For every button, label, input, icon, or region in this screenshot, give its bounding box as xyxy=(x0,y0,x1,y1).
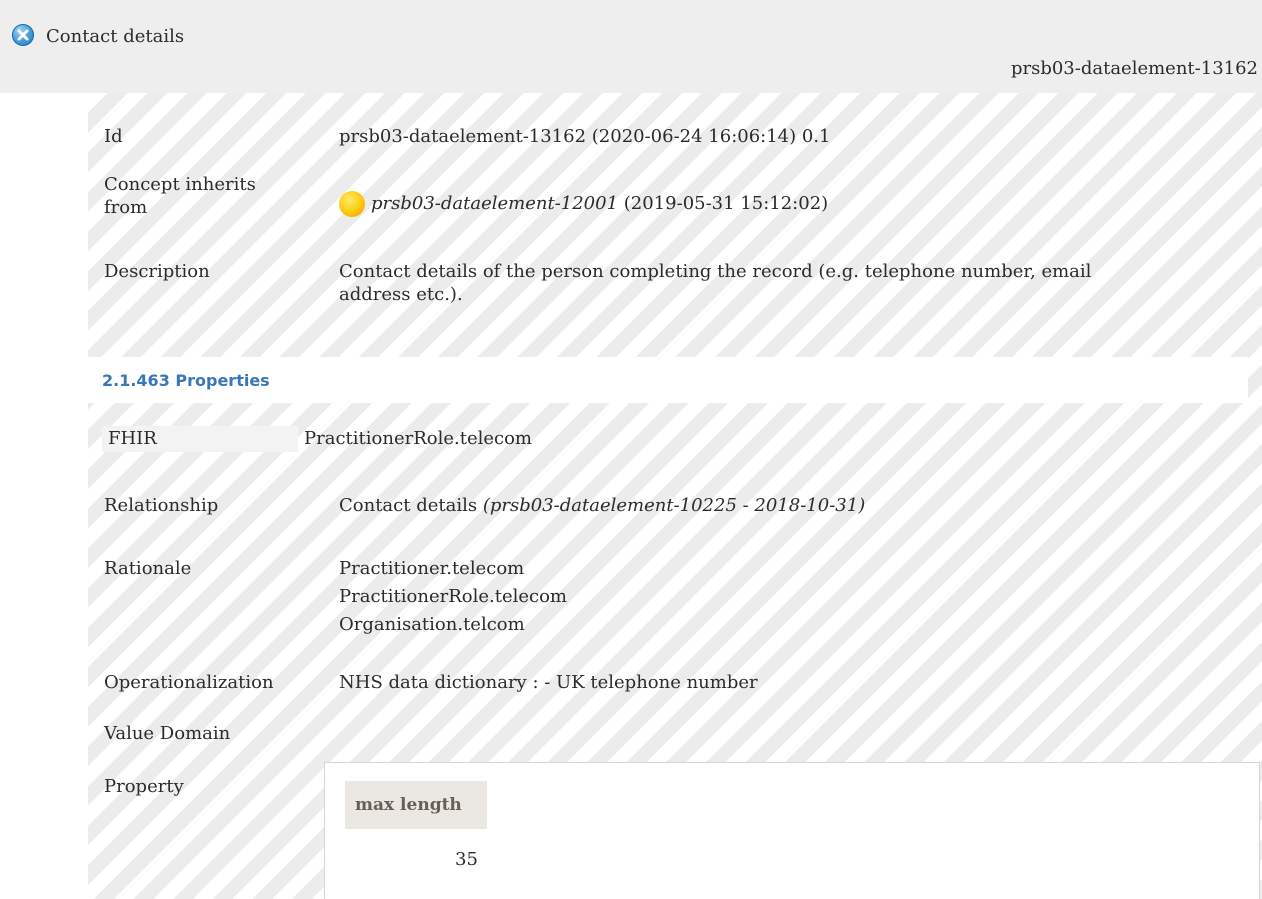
max-length-header: max length xyxy=(355,795,462,815)
fhir-value: PractitionerRole.telecom xyxy=(304,428,532,449)
close-circle-icon[interactable] xyxy=(12,24,34,46)
rationale-label: Rationale xyxy=(104,558,192,579)
operationalization-label: Operationalization xyxy=(104,672,274,693)
relationship-name: Contact details xyxy=(339,495,478,516)
relationship-ref[interactable]: (prsb03-dataelement-10225 - 2018-10-31) xyxy=(483,495,865,516)
title-bar: Contact details prsb03-dataelement-13162 xyxy=(0,0,1262,93)
inherits-date: (2019-05-31 15:12:02) xyxy=(623,193,829,214)
property-label: Property xyxy=(104,776,184,797)
property-table: max length 35 xyxy=(324,762,1260,899)
description-line2: address etc.). xyxy=(339,284,463,305)
description-line1: Contact details of the person completing… xyxy=(339,261,1092,282)
properties-heading: 2.1.463 Properties xyxy=(88,357,1248,403)
close-x-glyph xyxy=(17,29,29,41)
fhir-label: FHIR xyxy=(108,428,157,449)
max-length-value: 35 xyxy=(455,849,478,870)
property-table-header: max length xyxy=(345,781,487,829)
rationale-line: Practitioner.telecom xyxy=(339,558,525,579)
id-value: prsb03-dataelement-13162 (2020-06-24 16:… xyxy=(339,126,831,147)
relationship-label: Relationship xyxy=(104,495,219,516)
id-label: Id xyxy=(104,126,123,147)
operationalization-value: NHS data dictionary : - UK telephone num… xyxy=(339,672,758,693)
inherits-label-line1: Concept inherits xyxy=(104,174,256,195)
value-domain-label: Value Domain xyxy=(104,723,231,744)
description-label: Description xyxy=(104,261,210,282)
status-yellow-circle-icon xyxy=(339,191,365,217)
inherits-label-line2: from xyxy=(104,197,148,218)
rationale-line: Organisation.telcom xyxy=(339,614,525,635)
page-title: Contact details xyxy=(46,26,185,47)
relationship-value: Contact details (prsb03-dataelement-1022… xyxy=(339,495,865,517)
properties-heading-text: 2.1.463 Properties xyxy=(102,371,270,390)
rationale-line: PractitionerRole.telecom xyxy=(339,586,567,607)
inherits-link[interactable]: prsb03-dataelement-12001 xyxy=(371,193,618,214)
header-element-id: prsb03-dataelement-13162 xyxy=(1010,58,1258,79)
inherits-value: prsb03-dataelement-12001 (2019-05-31 15:… xyxy=(339,191,828,217)
